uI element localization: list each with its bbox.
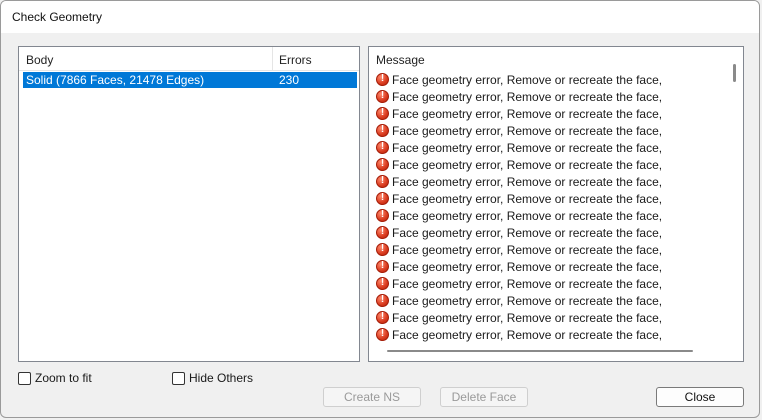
hide-others-label[interactable]: Hide Others	[189, 371, 253, 385]
column-header-message[interactable]: Message	[376, 53, 425, 67]
body-row-selected[interactable]: Solid (7866 Faces, 21478 Edges) 230	[23, 72, 357, 88]
error-icon	[376, 294, 389, 307]
message-text: Face geometry error, Remove or recreate …	[392, 158, 663, 172]
message-text: Face geometry error, Remove or recreate …	[392, 294, 663, 308]
checkbox-square[interactable]	[172, 372, 185, 385]
message-row[interactable]: Face geometry error, Remove or recreate …	[375, 208, 725, 225]
message-row[interactable]: Face geometry error, Remove or recreate …	[375, 242, 725, 259]
vertical-scrollbar[interactable]	[733, 64, 736, 82]
error-icon	[376, 260, 389, 273]
error-icon	[376, 124, 389, 137]
message-row[interactable]: Face geometry error, Remove or recreate …	[375, 259, 725, 276]
message-row[interactable]: Face geometry error, Remove or recreate …	[375, 174, 725, 191]
error-icon	[376, 209, 389, 222]
message-text: Face geometry error, Remove or recreate …	[392, 141, 663, 155]
zoom-to-fit-label[interactable]: Zoom to fit	[35, 371, 92, 385]
message-row[interactable]: Face geometry error, Remove or recreate …	[375, 89, 725, 106]
error-icon	[376, 175, 389, 188]
message-text: Face geometry error, Remove or recreate …	[392, 90, 663, 104]
message-text: Face geometry error, Remove or recreate …	[392, 73, 663, 87]
window-title: Check Geometry	[12, 10, 103, 24]
message-text: Face geometry error, Remove or recreate …	[392, 226, 663, 240]
message-row[interactable]: Face geometry error, Remove or recreate …	[375, 310, 725, 327]
error-icon	[376, 226, 389, 239]
error-icon	[376, 158, 389, 171]
message-row[interactable]: Face geometry error, Remove or recreate …	[375, 276, 725, 293]
message-rows: Face geometry error, Remove or recreate …	[375, 72, 725, 344]
message-text: Face geometry error, Remove or recreate …	[392, 277, 663, 291]
message-text: Face geometry error, Remove or recreate …	[392, 192, 663, 206]
message-row[interactable]: Face geometry error, Remove or recreate …	[375, 123, 725, 140]
column-header-errors[interactable]: Errors	[279, 53, 312, 67]
close-button[interactable]: Close	[656, 387, 744, 407]
check-geometry-dialog: Check Geometry Body Errors Solid (7866 F…	[0, 0, 760, 418]
checkbox-square[interactable]	[18, 372, 31, 385]
message-list[interactable]: Message Face geometry error, Remove or r…	[368, 46, 744, 362]
error-icon	[376, 107, 389, 120]
message-text: Face geometry error, Remove or recreate …	[392, 107, 663, 121]
column-header-body[interactable]: Body	[26, 53, 53, 67]
column-divider[interactable]	[272, 47, 273, 71]
message-text: Face geometry error, Remove or recreate …	[392, 260, 663, 274]
message-row[interactable]: Face geometry error, Remove or recreate …	[375, 72, 725, 89]
message-row[interactable]: Face geometry error, Remove or recreate …	[375, 225, 725, 242]
errors-cell: 230	[279, 73, 300, 87]
message-row[interactable]: Face geometry error, Remove or recreate …	[375, 327, 725, 344]
delete-face-button[interactable]: Delete Face	[440, 387, 528, 407]
error-icon	[376, 192, 389, 205]
message-text: Face geometry error, Remove or recreate …	[392, 311, 663, 325]
error-icon	[376, 73, 389, 86]
message-text: Face geometry error, Remove or recreate …	[392, 124, 663, 138]
error-icon	[376, 141, 389, 154]
message-list-header: Message	[369, 47, 743, 71]
message-text: Face geometry error, Remove or recreate …	[392, 328, 663, 342]
error-icon	[376, 243, 389, 256]
message-row[interactable]: Face geometry error, Remove or recreate …	[375, 140, 725, 157]
error-icon	[376, 277, 389, 290]
error-icon	[376, 90, 389, 103]
title-bar[interactable]: Check Geometry	[1, 1, 759, 33]
message-text: Face geometry error, Remove or recreate …	[392, 209, 663, 223]
horizontal-scrollbar[interactable]	[387, 350, 693, 352]
body-list[interactable]: Body Errors Solid (7866 Faces, 21478 Edg…	[18, 46, 360, 362]
body-list-header: Body Errors	[19, 47, 359, 71]
create-ns-button[interactable]: Create NS	[323, 387, 421, 407]
message-row[interactable]: Face geometry error, Remove or recreate …	[375, 157, 725, 174]
error-icon	[376, 328, 389, 341]
message-text: Face geometry error, Remove or recreate …	[392, 243, 663, 257]
message-text: Face geometry error, Remove or recreate …	[392, 175, 663, 189]
error-icon	[376, 311, 389, 324]
message-row[interactable]: Face geometry error, Remove or recreate …	[375, 191, 725, 208]
body-cell: Solid (7866 Faces, 21478 Edges)	[26, 73, 205, 87]
message-row[interactable]: Face geometry error, Remove or recreate …	[375, 106, 725, 123]
message-row[interactable]: Face geometry error, Remove or recreate …	[375, 293, 725, 310]
